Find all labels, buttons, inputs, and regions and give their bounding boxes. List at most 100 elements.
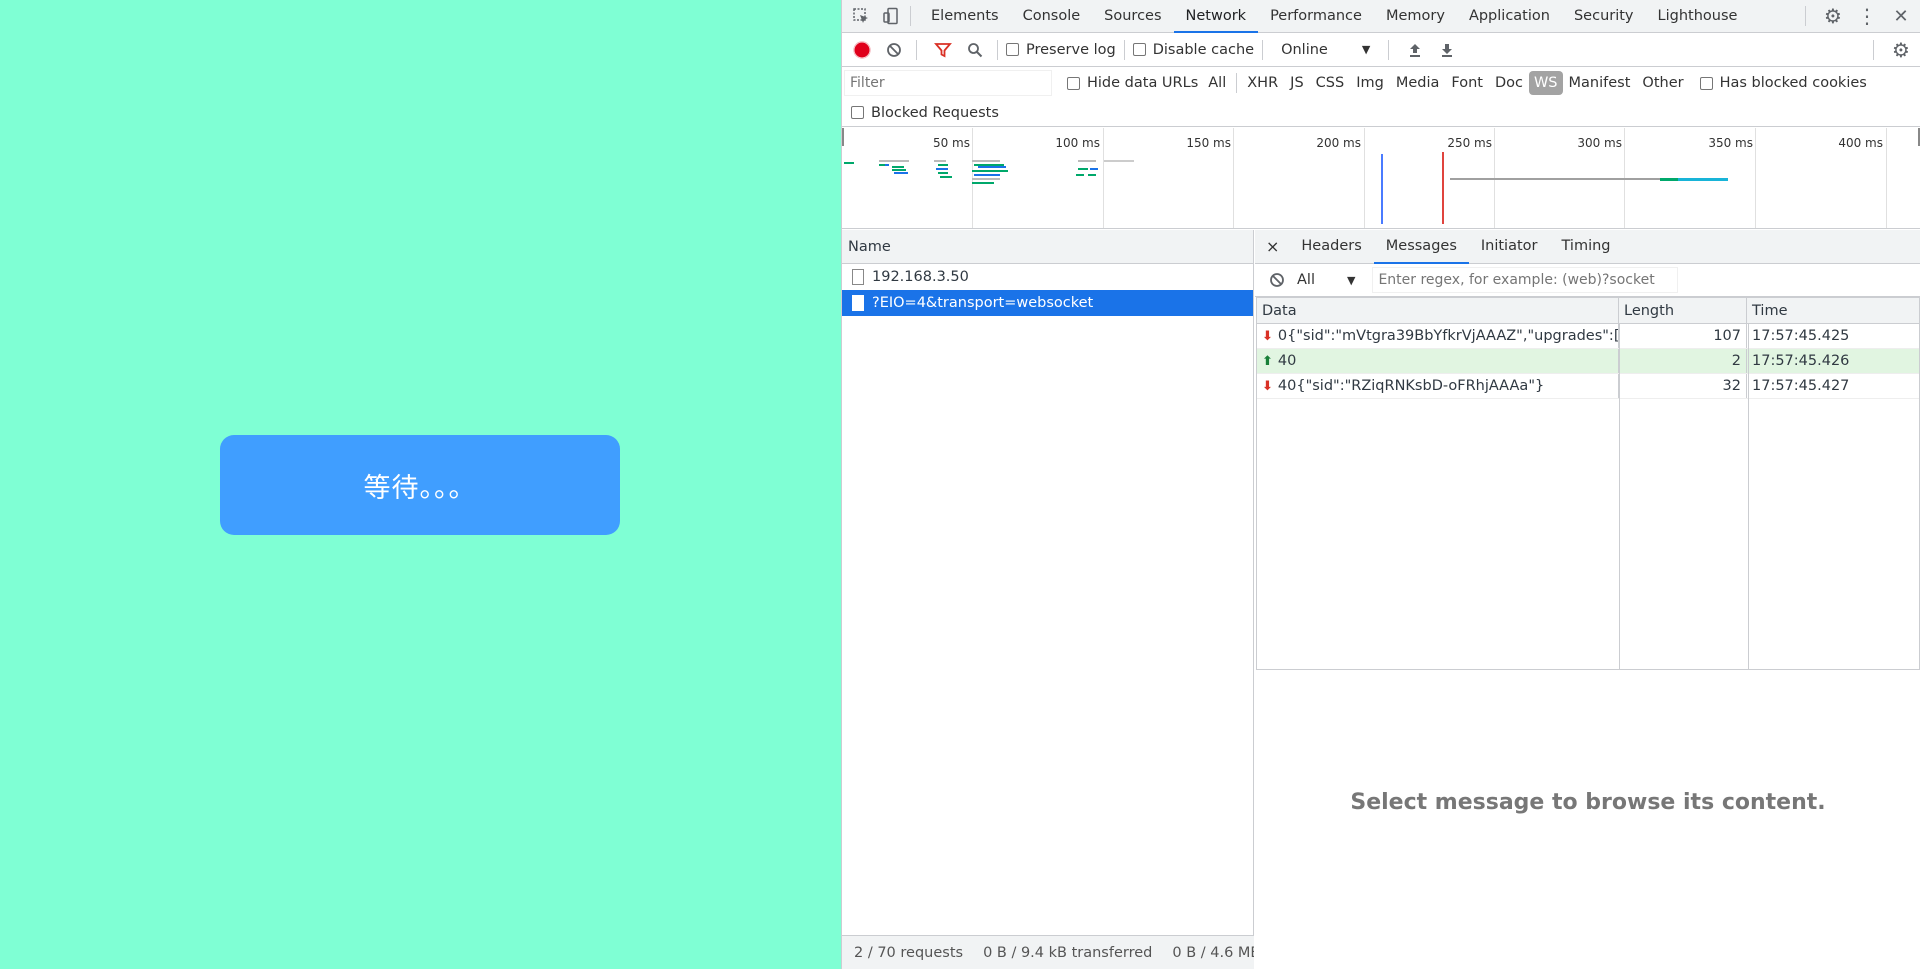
tab-elements[interactable]: Elements	[919, 0, 1011, 33]
message-regex-input[interactable]	[1372, 267, 1679, 293]
filter-type-other[interactable]: Other	[1636, 71, 1689, 95]
blocked-requests-label: Blocked Requests	[871, 104, 999, 121]
request-name: 192.168.3.50	[872, 269, 969, 285]
devtools-panel: Elements Console Sources Network Perform…	[841, 0, 1920, 969]
request-name: ?EIO=4&transport=websocket	[872, 295, 1094, 311]
message-time: 17:57:45.425	[1752, 328, 1850, 344]
filter-input[interactable]	[844, 70, 1052, 96]
divider	[1236, 73, 1238, 93]
clear-messages-icon[interactable]	[1263, 266, 1291, 294]
has-blocked-cookies-checkbox[interactable]	[1699, 76, 1713, 90]
has-blocked-cookies-label: Has blocked cookies	[1719, 75, 1867, 91]
close-devtools-icon[interactable]: ✕	[1890, 5, 1912, 27]
filter-type-media[interactable]: Media	[1390, 71, 1446, 95]
tab-memory[interactable]: Memory	[1374, 0, 1457, 33]
messages-filter-bar: All ▼	[1255, 264, 1920, 297]
preserve-log-label: Preserve log	[1026, 41, 1116, 58]
tab-console[interactable]: Console	[1011, 0, 1093, 33]
message-data: ⬆ 40	[1257, 349, 1619, 373]
column-length[interactable]: Length	[1619, 298, 1747, 323]
inspect-element-icon[interactable]	[850, 5, 872, 27]
network-status-bar: 2 / 70 requests 0 B / 9.4 kB transferred…	[842, 935, 1254, 969]
filter-type-img[interactable]: Img	[1350, 71, 1390, 95]
message-row-sent[interactable]: ⬆ 40 2 17:57:45.426	[1257, 349, 1919, 374]
message-length: 107	[1619, 324, 1747, 348]
divider	[1123, 39, 1125, 60]
more-options-icon[interactable]: ⋮	[1856, 4, 1878, 28]
message-length: 2	[1619, 349, 1747, 373]
filter-type-all[interactable]: All	[1202, 71, 1232, 95]
disable-cache-label: Disable cache	[1152, 41, 1255, 58]
tab-security[interactable]: Security	[1562, 0, 1646, 33]
device-toolbar-icon[interactable]	[880, 5, 902, 27]
close-detail-icon[interactable]: ×	[1255, 237, 1289, 256]
column-data[interactable]: Data	[1257, 298, 1619, 323]
name-column-header[interactable]: Name	[842, 230, 1253, 264]
clear-icon[interactable]	[880, 36, 908, 64]
throttling-select[interactable]: Online ▼	[1271, 42, 1380, 58]
request-row[interactable]: 192.168.3.50	[842, 264, 1253, 290]
network-toolbar: Preserve log Disable cache Online ▼ ⚙	[842, 33, 1920, 67]
status-requests: 2 / 70 requests	[854, 944, 964, 961]
throttling-value: Online	[1281, 41, 1328, 58]
message-text: 40{"sid":"RZiqRNKsbD-oFRhjAAAa"}	[1277, 378, 1545, 394]
search-icon[interactable]	[961, 36, 989, 64]
message-type-select[interactable]: All ▼	[1291, 272, 1365, 288]
arrow-up-icon: ⬆	[1262, 353, 1273, 369]
filter-bar: Hide data URLs All XHR JS CSS Img Media …	[842, 67, 1920, 99]
message-time: 17:57:45.427	[1752, 378, 1850, 394]
devtools-tabbar: Elements Console Sources Network Perform…	[842, 0, 1920, 33]
message-text: 0{"sid":"mVtgra39BbYfkrVjAAAZ","upgrades…	[1277, 328, 1619, 344]
divider	[1262, 39, 1264, 60]
disable-cache-checkbox[interactable]	[1132, 43, 1146, 56]
message-time: 17:57:45.426	[1752, 353, 1850, 369]
settings-gear-icon[interactable]: ⚙	[1822, 4, 1844, 28]
import-har-icon[interactable]	[1401, 36, 1429, 64]
network-settings-gear-icon[interactable]: ⚙	[1890, 38, 1912, 62]
hide-data-urls-checkbox[interactable]	[1067, 76, 1080, 90]
tab-headers[interactable]: Headers	[1289, 230, 1373, 264]
websocket-file-icon	[852, 295, 864, 311]
record-icon[interactable]	[848, 36, 876, 64]
message-row-received[interactable]: ⬇ 40{"sid":"RZiqRNKsbD-oFRhjAAAa"} 32 17:…	[1257, 374, 1919, 399]
column-divider	[1619, 324, 1620, 669]
divider	[910, 6, 911, 26]
column-divider	[1748, 324, 1749, 669]
message-empty-state: Select message to browse its content.	[1350, 790, 1826, 815]
network-overview-timeline[interactable]: 50 ms 100 ms 150 ms 200 ms 250 ms 300 ms…	[842, 128, 1920, 229]
divider	[1873, 39, 1874, 60]
filter-type-doc[interactable]: Doc	[1489, 71, 1529, 95]
wait-button[interactable]: 等待。。。	[220, 435, 620, 535]
tab-application[interactable]: Application	[1457, 0, 1562, 33]
blocked-requests-bar: Blocked Requests	[842, 99, 1920, 127]
filter-type-xhr[interactable]: XHR	[1241, 71, 1284, 95]
filter-type-js[interactable]: JS	[1284, 71, 1309, 95]
tab-initiator[interactable]: Initiator	[1469, 230, 1550, 264]
filter-funnel-icon[interactable]	[929, 36, 957, 64]
filter-type-font[interactable]: Font	[1445, 71, 1489, 95]
tab-lighthouse[interactable]: Lighthouse	[1646, 0, 1750, 33]
tab-timing[interactable]: Timing	[1550, 230, 1623, 264]
message-data: ⬇ 0{"sid":"mVtgra39BbYfkrVjAAAZ","upgrade…	[1257, 324, 1619, 348]
divider	[1805, 6, 1806, 26]
tab-performance[interactable]: Performance	[1258, 0, 1374, 33]
filter-type-manifest[interactable]: Manifest	[1563, 71, 1637, 95]
export-har-icon[interactable]	[1433, 36, 1461, 64]
message-data: ⬇ 40{"sid":"RZiqRNKsbD-oFRhjAAAa"}	[1257, 374, 1619, 398]
chevron-down-icon: ▼	[1346, 273, 1356, 287]
filter-type-ws[interactable]: WS	[1528, 71, 1563, 95]
chevron-down-icon: ▼	[1361, 43, 1371, 56]
request-row-selected[interactable]: ?EIO=4&transport=websocket	[842, 290, 1253, 316]
column-time[interactable]: Time	[1747, 298, 1919, 323]
blocked-requests-checkbox[interactable]	[851, 106, 864, 119]
filter-type-css[interactable]: CSS	[1310, 71, 1351, 95]
message-row-received[interactable]: ⬇ 0{"sid":"mVtgra39BbYfkrVjAAAZ","upgrade…	[1257, 324, 1919, 349]
status-resources: 0 B / 4.6 MB re	[1172, 944, 1254, 961]
tab-messages[interactable]: Messages	[1373, 230, 1469, 264]
message-text: 40	[1277, 353, 1297, 369]
tab-network[interactable]: Network	[1173, 0, 1259, 33]
message-length: 32	[1619, 374, 1747, 398]
preserve-log-checkbox[interactable]	[1006, 43, 1019, 56]
tab-sources[interactable]: Sources	[1092, 0, 1173, 33]
overview-bars	[842, 128, 1920, 224]
